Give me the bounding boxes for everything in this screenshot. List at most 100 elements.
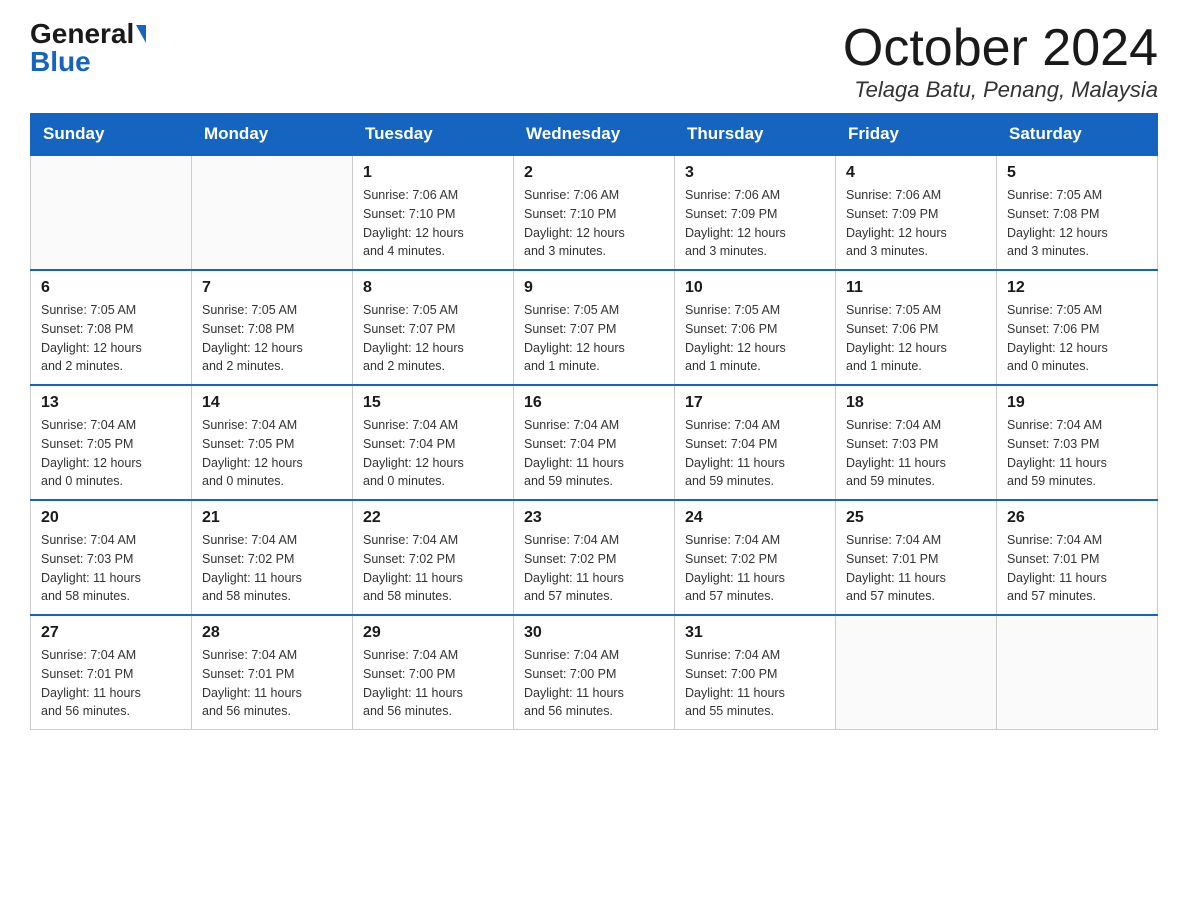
day-number: 11	[846, 279, 986, 297]
day-info: Sunrise: 7:04 AMSunset: 7:01 PMDaylight:…	[41, 646, 181, 721]
logo-general-text: General	[30, 20, 134, 48]
calendar-cell: 23 Sunrise: 7:04 AMSunset: 7:02 PMDayligh…	[514, 500, 675, 615]
day-info: Sunrise: 7:04 AMSunset: 7:01 PMDaylight:…	[846, 531, 986, 606]
calendar-cell: 5Sunrise: 7:05 AMSunset: 7:08 PMDaylight…	[997, 155, 1158, 270]
calendar-cell: 2 Sunrise: 7:06 AMSunset: 7:10 PMDaylight…	[514, 155, 675, 270]
header-wednesday: Wednesday	[514, 114, 675, 156]
calendar-cell: 24Sunrise: 7:04 AMSunset: 7:02 PMDayligh…	[675, 500, 836, 615]
calendar-cell: 14Sunrise: 7:04 AMSunset: 7:05 PMDayligh…	[192, 385, 353, 500]
calendar-cell: 9 Sunrise: 7:05 AMSunset: 7:07 PMDaylight…	[514, 270, 675, 385]
day-number: 15	[363, 394, 503, 412]
calendar-cell	[31, 155, 192, 270]
day-number: 22	[363, 509, 503, 527]
day-info: Sunrise: 7:04 AMSunset: 7:01 PMDaylight:…	[202, 646, 342, 721]
calendar-cell: 18 Sunrise: 7:04 AMSunset: 7:03 PMDayligh…	[836, 385, 997, 500]
calendar-cell: 13 Sunrise: 7:04 AMSunset: 7:05 PMDayligh…	[31, 385, 192, 500]
day-number: 3	[685, 164, 825, 182]
calendar-cell: 28Sunrise: 7:04 AMSunset: 7:01 PMDayligh…	[192, 615, 353, 730]
day-info: Sunrise: 7:04 AMSunset: 7:03 PMDaylight:…	[41, 531, 181, 606]
day-info: Sunrise: 7:04 AMSunset: 7:02 PMDaylight:…	[685, 531, 825, 606]
day-number: 31	[685, 624, 825, 642]
calendar-cell: 6 Sunrise: 7:05 AMSunset: 7:08 PMDaylight…	[31, 270, 192, 385]
header-sunday: Sunday	[31, 114, 192, 156]
day-info: Sunrise: 7:06 AMSunset: 7:09 PMDaylight:…	[685, 186, 825, 261]
calendar-cell	[192, 155, 353, 270]
day-number: 30	[524, 624, 664, 642]
day-info: Sunrise: 7:06 AMSunset: 7:10 PMDaylight:…	[363, 186, 503, 261]
day-number: 20	[41, 509, 181, 527]
day-info: Sunrise: 7:04 AMSunset: 7:05 PMDaylight:…	[41, 416, 181, 491]
calendar-cell: 4Sunrise: 7:06 AMSunset: 7:09 PMDaylight…	[836, 155, 997, 270]
day-info: Sunrise: 7:05 AMSunset: 7:06 PMDaylight:…	[685, 301, 825, 376]
header-saturday: Saturday	[997, 114, 1158, 156]
day-number: 16	[524, 394, 664, 412]
day-info: Sunrise: 7:04 AMSunset: 7:00 PMDaylight:…	[685, 646, 825, 721]
calendar-cell: 15 Sunrise: 7:04 AMSunset: 7:04 PMDayligh…	[353, 385, 514, 500]
day-number: 26	[1007, 509, 1147, 527]
calendar-cell: 21Sunrise: 7:04 AMSunset: 7:02 PMDayligh…	[192, 500, 353, 615]
day-number: 12	[1007, 279, 1147, 297]
day-number: 18	[846, 394, 986, 412]
day-info: Sunrise: 7:04 AMSunset: 7:04 PMDaylight:…	[363, 416, 503, 491]
day-info: Sunrise: 7:04 AMSunset: 7:02 PMDaylight:…	[363, 531, 503, 606]
week-row-4: 20 Sunrise: 7:04 AMSunset: 7:03 PMDayligh…	[31, 500, 1158, 615]
calendar-cell: 29 Sunrise: 7:04 AMSunset: 7:00 PMDayligh…	[353, 615, 514, 730]
calendar-cell: 31 Sunrise: 7:04 AMSunset: 7:00 PMDayligh…	[675, 615, 836, 730]
day-number: 17	[685, 394, 825, 412]
calendar-cell: 27 Sunrise: 7:04 AMSunset: 7:01 PMDayligh…	[31, 615, 192, 730]
day-info: Sunrise: 7:05 AMSunset: 7:08 PMDaylight:…	[202, 301, 342, 376]
calendar-cell: 7 Sunrise: 7:05 AMSunset: 7:08 PMDaylight…	[192, 270, 353, 385]
day-number: 7	[202, 279, 342, 297]
calendar-cell: 12 Sunrise: 7:05 AMSunset: 7:06 PMDayligh…	[997, 270, 1158, 385]
calendar-cell: 22 Sunrise: 7:04 AMSunset: 7:02 PMDayligh…	[353, 500, 514, 615]
day-number: 6	[41, 279, 181, 297]
day-number: 14	[202, 394, 342, 412]
calendar-cell: 1 Sunrise: 7:06 AMSunset: 7:10 PMDaylight…	[353, 155, 514, 270]
day-number: 29	[363, 624, 503, 642]
calendar-cell: 20 Sunrise: 7:04 AMSunset: 7:03 PMDayligh…	[31, 500, 192, 615]
day-number: 10	[685, 279, 825, 297]
calendar-cell: 10 Sunrise: 7:05 AMSunset: 7:06 PMDayligh…	[675, 270, 836, 385]
day-info: Sunrise: 7:04 AMSunset: 7:01 PMDaylight:…	[1007, 531, 1147, 606]
logo-triangle-icon	[136, 25, 146, 43]
day-number: 1	[363, 164, 503, 182]
day-number: 25	[846, 509, 986, 527]
day-info: Sunrise: 7:04 AMSunset: 7:00 PMDaylight:…	[363, 646, 503, 721]
calendar-cell: 11Sunrise: 7:05 AMSunset: 7:06 PMDayligh…	[836, 270, 997, 385]
calendar-cell: 3 Sunrise: 7:06 AMSunset: 7:09 PMDaylight…	[675, 155, 836, 270]
day-number: 27	[41, 624, 181, 642]
day-number: 8	[363, 279, 503, 297]
calendar-cell: 19Sunrise: 7:04 AMSunset: 7:03 PMDayligh…	[997, 385, 1158, 500]
day-info: Sunrise: 7:05 AMSunset: 7:08 PMDaylight:…	[41, 301, 181, 376]
day-number: 13	[41, 394, 181, 412]
calendar-cell: 26 Sunrise: 7:04 AMSunset: 7:01 PMDayligh…	[997, 500, 1158, 615]
day-info: Sunrise: 7:06 AMSunset: 7:10 PMDaylight:…	[524, 186, 664, 261]
day-number: 9	[524, 279, 664, 297]
header-tuesday: Tuesday	[353, 114, 514, 156]
calendar-cell: 25 Sunrise: 7:04 AMSunset: 7:01 PMDayligh…	[836, 500, 997, 615]
day-number: 21	[202, 509, 342, 527]
day-number: 2	[524, 164, 664, 182]
calendar-cell	[836, 615, 997, 730]
calendar-table: SundayMondayTuesdayWednesdayThursdayFrid…	[30, 113, 1158, 730]
page-header: General Blue October 2024 Telaga Batu, P…	[30, 20, 1158, 103]
logo-blue-text: Blue	[30, 46, 91, 77]
day-info: Sunrise: 7:04 AMSunset: 7:04 PMDaylight:…	[524, 416, 664, 491]
calendar-cell	[997, 615, 1158, 730]
day-number: 19	[1007, 394, 1147, 412]
day-info: Sunrise: 7:05 AMSunset: 7:07 PMDaylight:…	[363, 301, 503, 376]
header-friday: Friday	[836, 114, 997, 156]
week-row-1: 1 Sunrise: 7:06 AMSunset: 7:10 PMDaylight…	[31, 155, 1158, 270]
day-info: Sunrise: 7:04 AMSunset: 7:02 PMDaylight:…	[524, 531, 664, 606]
day-info: Sunrise: 7:05 AMSunset: 7:07 PMDaylight:…	[524, 301, 664, 376]
day-info: Sunrise: 7:04 AMSunset: 7:04 PMDaylight:…	[685, 416, 825, 491]
calendar-cell: 16 Sunrise: 7:04 AMSunset: 7:04 PMDayligh…	[514, 385, 675, 500]
day-info: Sunrise: 7:05 AMSunset: 7:06 PMDaylight:…	[1007, 301, 1147, 376]
day-number: 23	[524, 509, 664, 527]
header-thursday: Thursday	[675, 114, 836, 156]
logo: General Blue	[30, 20, 146, 76]
location-text: Telaga Batu, Penang, Malaysia	[843, 77, 1158, 103]
header-monday: Monday	[192, 114, 353, 156]
day-number: 5	[1007, 164, 1147, 182]
day-info: Sunrise: 7:04 AMSunset: 7:03 PMDaylight:…	[846, 416, 986, 491]
